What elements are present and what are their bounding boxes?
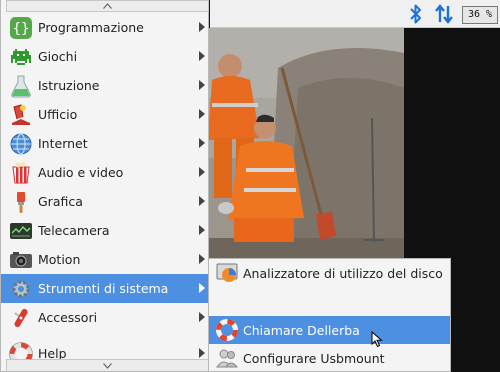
chevron-right-icon (199, 348, 205, 358)
audio-video-icon (8, 160, 34, 186)
menu-item-label: Motion (38, 252, 81, 267)
submenu-item-disk-usage[interactable]: Analizzatore di utilizzo del disco (209, 259, 450, 287)
motion-camera-icon (8, 247, 34, 273)
menu-item-label: Giochi (38, 49, 78, 64)
system-tools-icon (8, 276, 34, 302)
chevron-right-icon (199, 167, 205, 177)
menu-item-label: Telecamera (38, 223, 110, 238)
network-updown-icon[interactable] (433, 3, 455, 25)
internet-globe-icon (8, 131, 34, 157)
graphics-icon (8, 189, 34, 215)
menu-item-internet[interactable]: Internet (1, 129, 210, 158)
chevron-up-icon (103, 3, 112, 9)
camera-icon (8, 218, 34, 244)
lifebuoy-icon (215, 318, 239, 342)
menu-item-audio-video[interactable]: Audio e video (1, 158, 210, 187)
submenu-item-chiamare-dellerba[interactable]: Chiamare Dellerba (209, 316, 450, 344)
top-panel: 36 % (210, 0, 500, 28)
bluetooth-icon[interactable] (408, 3, 424, 25)
menu-item-label: Ufficio (38, 107, 78, 122)
menu-item-label: Accessori (38, 310, 98, 325)
system-tools-submenu: Analizzatore di utilizzo del disco Chiam… (208, 258, 451, 372)
accessories-icon (8, 305, 34, 331)
programming-icon: {} (8, 15, 34, 41)
chevron-right-icon (199, 51, 205, 61)
menu-item-telecamera[interactable]: Telecamera (1, 216, 210, 245)
menu-item-motion[interactable]: Motion (1, 245, 210, 274)
menu-item-label: Audio e video (38, 165, 124, 180)
chevron-right-icon (199, 283, 205, 293)
chevron-right-icon (199, 22, 205, 32)
submenu-item-label: Chiamare Dellerba (243, 322, 360, 338)
users-icon (215, 346, 239, 370)
office-icon (8, 102, 34, 128)
cpu-monitor[interactable]: 36 % (462, 6, 498, 24)
menu-item-istruzione[interactable]: Istruzione (1, 71, 210, 100)
menu-item-giochi[interactable]: Giochi (1, 42, 210, 71)
desktop-background-lower (451, 258, 500, 372)
chevron-right-icon (199, 80, 205, 90)
menu-item-label: Internet (38, 136, 88, 151)
svg-text:{}: {} (13, 21, 30, 37)
menu-item-accessori[interactable]: Accessori (1, 303, 210, 332)
menu-scroll-down-button[interactable] (6, 359, 209, 371)
menu-item-grafica[interactable]: Grafica (1, 187, 210, 216)
chevron-right-icon (199, 312, 205, 322)
submenu-item-label: Analizzatore di utilizzo del disco (243, 265, 443, 281)
desktop-background (404, 28, 500, 258)
chevron-right-icon (199, 196, 205, 206)
submenu-item-configurare-usbmount[interactable]: Configurare Usbmount (209, 344, 450, 372)
desktop-photo (208, 28, 404, 258)
menu-item-label: Grafica (38, 194, 83, 209)
menu-item-strumenti-di-sistema[interactable]: Strumenti di sistema (1, 274, 210, 303)
menu-item-label: Strumenti di sistema (38, 281, 169, 296)
menu-item-label: Istruzione (38, 78, 100, 93)
menu-item-programmazione[interactable]: {} Programmazione (1, 13, 210, 42)
menu-scroll-up-button[interactable] (6, 0, 209, 12)
chevron-right-icon (199, 138, 205, 148)
menu-item-label: Programmazione (38, 20, 144, 35)
chevron-down-icon (103, 362, 112, 369)
chevron-right-icon (199, 225, 205, 235)
games-icon (8, 44, 34, 70)
application-menu: {} Programmazione Giochi Istruzione Uffi… (0, 0, 210, 372)
chevron-right-icon (199, 109, 205, 119)
mouse-cursor-icon (371, 331, 383, 348)
chevron-right-icon (199, 254, 205, 264)
education-icon (8, 73, 34, 99)
menu-item-ufficio[interactable]: Ufficio (1, 100, 210, 129)
disk-usage-icon (215, 261, 239, 285)
submenu-item-label: Configurare Usbmount (243, 350, 385, 366)
